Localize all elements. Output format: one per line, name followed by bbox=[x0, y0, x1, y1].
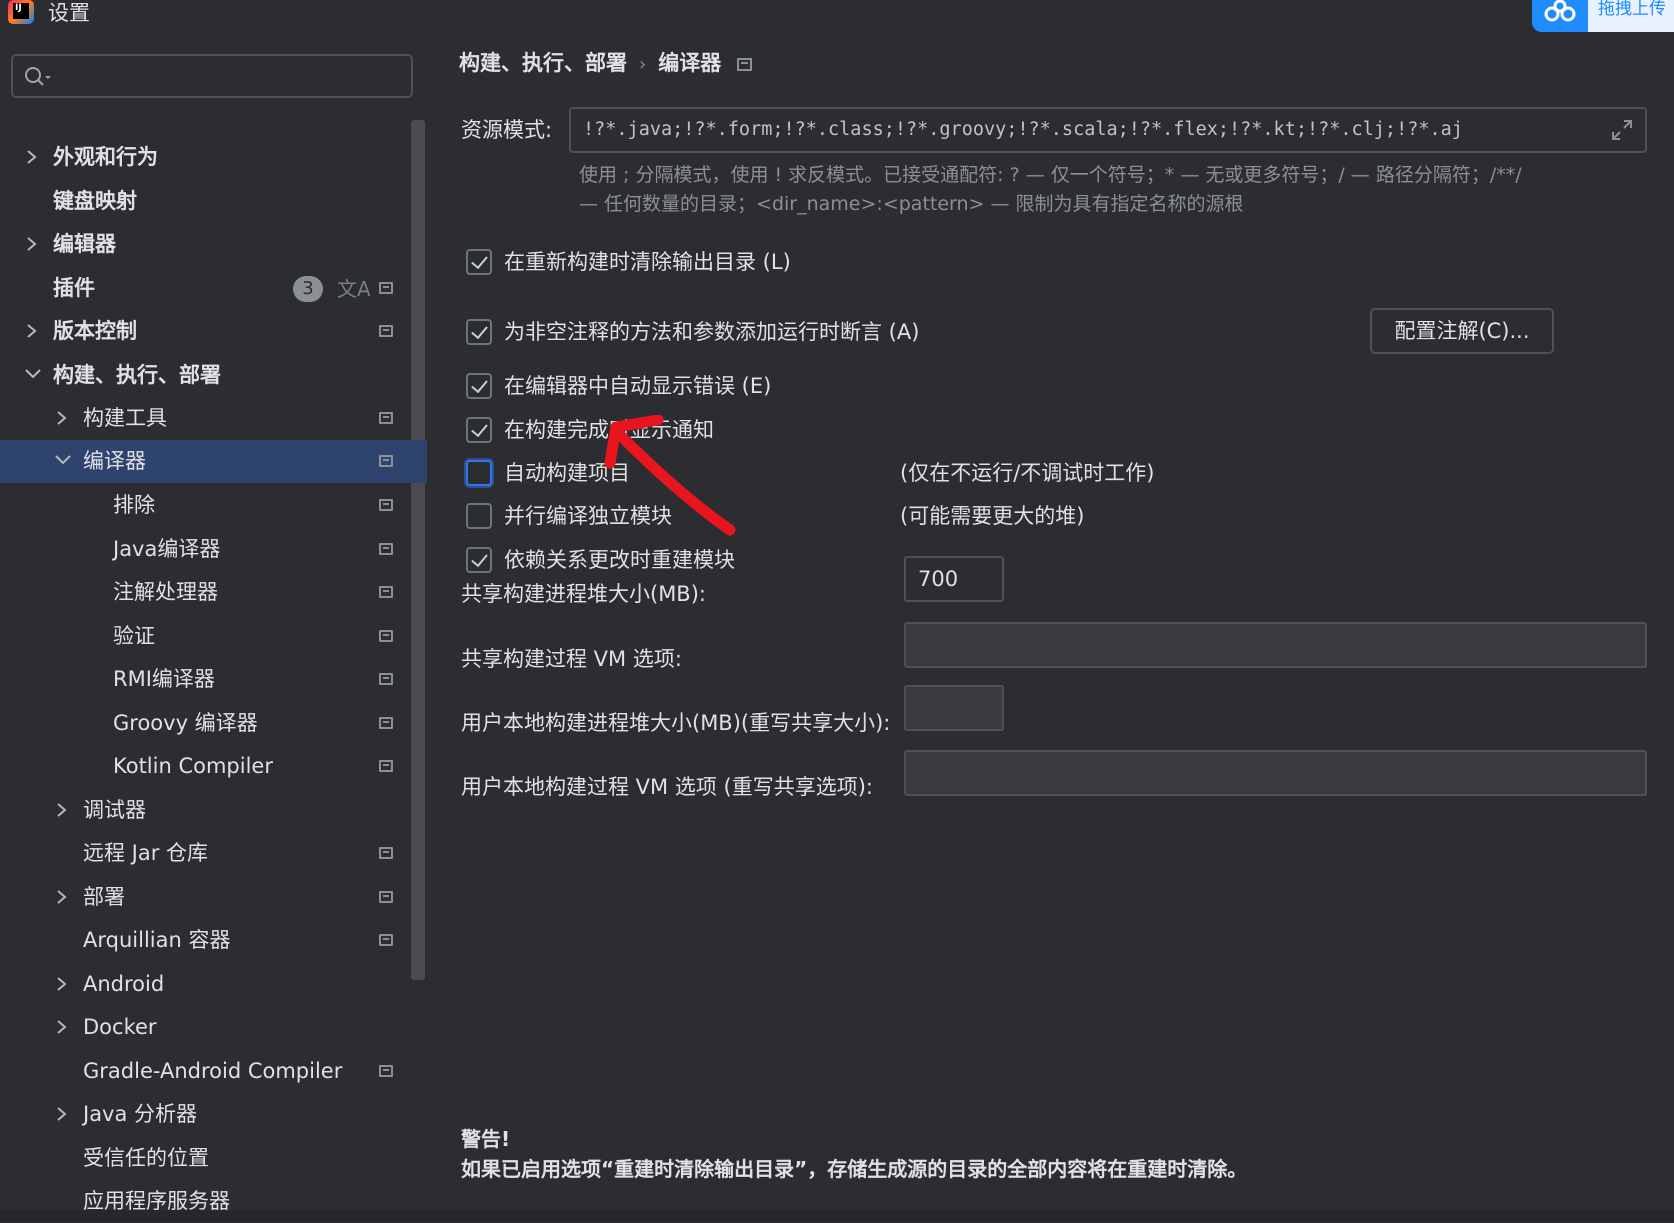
rebuild-on-deps-checkbox[interactable] bbox=[466, 547, 492, 573]
tree-item-deployment[interactable]: 部署 bbox=[0, 876, 427, 919]
tree-item-docker[interactable]: Docker bbox=[0, 1006, 427, 1049]
tree-item-trusted-locations[interactable]: 受信任的位置 bbox=[0, 1137, 427, 1180]
project-settings-icon bbox=[379, 847, 393, 859]
baidu-upload-label: 拖拽上传 bbox=[1588, 0, 1674, 32]
project-settings-icon bbox=[379, 673, 393, 685]
baidu-cloud-icon bbox=[1532, 0, 1588, 32]
tree-item-android[interactable]: Android bbox=[0, 963, 427, 1006]
project-settings-icon bbox=[379, 717, 393, 729]
tree-item-compiler[interactable]: 编译器 bbox=[0, 440, 427, 483]
project-settings-icon bbox=[737, 58, 753, 71]
shared-heap-label: 共享构建进程堆大小(MB): bbox=[461, 582, 706, 606]
project-settings-icon bbox=[379, 499, 393, 511]
tree-item-java-profiler[interactable]: Java 分析器 bbox=[0, 1093, 427, 1136]
project-settings-icon bbox=[379, 543, 393, 555]
warning-text: 如果已启用选项“重建时清除输出目录”，存储生成源的目录的全部内容将在重建时清除。 bbox=[461, 1157, 1248, 1181]
chevron-right-icon[interactable] bbox=[52, 397, 72, 440]
user-vm-options-input[interactable] bbox=[904, 750, 1647, 796]
chevron-right-icon[interactable] bbox=[52, 1006, 72, 1049]
tree-item-java-compiler[interactable]: Java编译器 bbox=[0, 528, 427, 571]
clear-output-checkbox[interactable] bbox=[466, 249, 492, 275]
project-settings-icon bbox=[379, 891, 393, 903]
red-annotation-arrow bbox=[604, 415, 736, 536]
chevron-right-icon[interactable] bbox=[52, 789, 72, 832]
tree-item-editor[interactable]: 编辑器 bbox=[0, 223, 427, 266]
warning-block: 警告! 如果已启用选项“重建时清除输出目录”，存储生成源的目录的全部内容将在重建… bbox=[461, 1124, 1247, 1184]
bottom-strip bbox=[0, 1210, 1674, 1222]
plugin-update-count-badge: 3 bbox=[293, 276, 323, 302]
show-errors-checkbox[interactable] bbox=[466, 373, 492, 399]
hint-line-2: — 任何数量的目录；<dir_name>:<pattern> — 限制为具有指定… bbox=[579, 193, 1244, 215]
breadcrumb: 构建、执行、部署 › 编译器 bbox=[459, 48, 753, 80]
auto-build-note: (仅在不运行/不调试时工作) bbox=[900, 461, 1155, 485]
title-bar: IJ 设置 拖拽上传 bbox=[0, 0, 1674, 32]
shared-heap-input[interactable] bbox=[904, 556, 1004, 602]
configure-annotations-button[interactable]: 配置注解(C)... bbox=[1370, 308, 1554, 354]
settings-main-panel: 构建、执行、部署 › 编译器 资源模式: !?*.java;!?*.form;!?*… bbox=[427, 34, 1674, 1210]
intellij-app-icon: IJ bbox=[8, 0, 34, 24]
project-settings-icon bbox=[379, 282, 393, 294]
resource-patterns-hint: 使用 ; 分隔模式，使用 ! 求反模式。已接受通配符: ? — 仅一个符号；* … bbox=[579, 161, 1659, 219]
chevron-right-icon[interactable] bbox=[22, 223, 42, 266]
user-vm-options-label: 用户本地构建过程 VM 选项 (重写共享选项): bbox=[461, 775, 873, 799]
tree-item-plugins[interactable]: 插件 3 文A bbox=[0, 267, 427, 310]
project-settings-icon bbox=[379, 455, 393, 467]
tree-item-arquillian-containers[interactable]: Arquillian 容器 bbox=[0, 919, 427, 962]
parallel-compile-note: (可能需要更大的堆) bbox=[900, 504, 1085, 528]
tree-item-rmi-compiler[interactable]: RMI编译器 bbox=[0, 658, 427, 701]
tree-item-build-execution-deployment[interactable]: 构建、执行、部署 bbox=[0, 354, 427, 397]
chevron-right-icon[interactable] bbox=[22, 310, 42, 353]
project-settings-icon bbox=[379, 760, 393, 772]
tree-item-appearance[interactable]: 外观和行为 bbox=[0, 136, 427, 179]
project-settings-icon bbox=[379, 325, 393, 337]
shared-vm-options-input[interactable] bbox=[904, 622, 1647, 668]
project-settings-icon bbox=[379, 934, 393, 946]
settings-sidebar: 外观和行为 键盘映射 编辑器 插件 3 文A 版本控制 构建、执行、部署 构建工… bbox=[0, 34, 427, 1213]
project-settings-icon bbox=[379, 412, 393, 424]
tree-item-excludes[interactable]: 排除 bbox=[0, 484, 427, 527]
search-icon bbox=[25, 67, 51, 86]
warning-title: 警告! bbox=[461, 1127, 511, 1151]
notify-build-checkbox[interactable] bbox=[466, 417, 492, 443]
shared-vm-options-label: 共享构建过程 VM 选项: bbox=[461, 647, 682, 671]
chevron-down-icon[interactable] bbox=[22, 354, 42, 397]
settings-search-input[interactable] bbox=[59, 60, 403, 92]
chevron-right-icon[interactable] bbox=[52, 1093, 72, 1136]
resource-patterns-label: 资源模式: bbox=[461, 118, 553, 142]
project-settings-icon bbox=[379, 630, 393, 642]
chevron-down-icon[interactable] bbox=[52, 440, 72, 483]
resource-patterns-value[interactable]: !?*.java;!?*.form;!?*.class;!?*.groovy;!… bbox=[583, 109, 1463, 151]
tree-item-kotlin-compiler[interactable]: Kotlin Compiler bbox=[0, 745, 427, 788]
tree-item-remote-jar-repositories[interactable]: 远程 Jar 仓库 bbox=[0, 832, 427, 875]
window-title: 设置 bbox=[48, 1, 90, 25]
tree-item-keymap[interactable]: 键盘映射 bbox=[0, 180, 427, 223]
chevron-right-icon[interactable] bbox=[52, 963, 72, 1006]
user-heap-label: 用户本地构建进程堆大小(MB)(重写共享大小): bbox=[461, 711, 891, 735]
tree-item-debugger[interactable]: 调试器 bbox=[0, 789, 427, 832]
tree-item-gradle-android-compiler[interactable]: Gradle-Android Compiler bbox=[0, 1050, 427, 1093]
chevron-right-icon[interactable] bbox=[52, 876, 72, 919]
breadcrumb-parent[interactable]: 构建、执行、部署 bbox=[459, 51, 627, 75]
translate-icon: 文A bbox=[337, 277, 371, 301]
hint-line-1: 使用 ; 分隔模式，使用 ! 求反模式。已接受通配符: ? — 仅一个符号；* … bbox=[579, 164, 1522, 186]
breadcrumb-separator: › bbox=[639, 54, 647, 75]
chevron-right-icon[interactable] bbox=[22, 136, 42, 179]
tree-item-vcs[interactable]: 版本控制 bbox=[0, 310, 427, 353]
project-settings-icon bbox=[379, 586, 393, 598]
project-settings-icon bbox=[379, 1065, 393, 1077]
tree-item-build-tools[interactable]: 构建工具 bbox=[0, 397, 427, 440]
tree-item-annotation-processors[interactable]: 注解处理器 bbox=[0, 571, 427, 614]
user-heap-input[interactable] bbox=[904, 685, 1004, 731]
settings-search-box[interactable] bbox=[11, 54, 413, 98]
parallel-compile-checkbox[interactable] bbox=[466, 503, 492, 529]
runtime-assertions-checkbox[interactable] bbox=[466, 319, 492, 345]
tree-item-groovy-compiler[interactable]: Groovy 编译器 bbox=[0, 702, 427, 745]
resource-patterns-field[interactable]: !?*.java;!?*.form;!?*.class;!?*.groovy;!… bbox=[569, 107, 1647, 153]
baidu-upload-widget[interactable]: 拖拽上传 bbox=[1532, 0, 1674, 32]
breadcrumb-current: 编译器 bbox=[658, 51, 722, 75]
expand-icon[interactable] bbox=[1611, 119, 1633, 145]
auto-build-checkbox[interactable] bbox=[466, 460, 492, 486]
tree-item-validation[interactable]: 验证 bbox=[0, 615, 427, 658]
